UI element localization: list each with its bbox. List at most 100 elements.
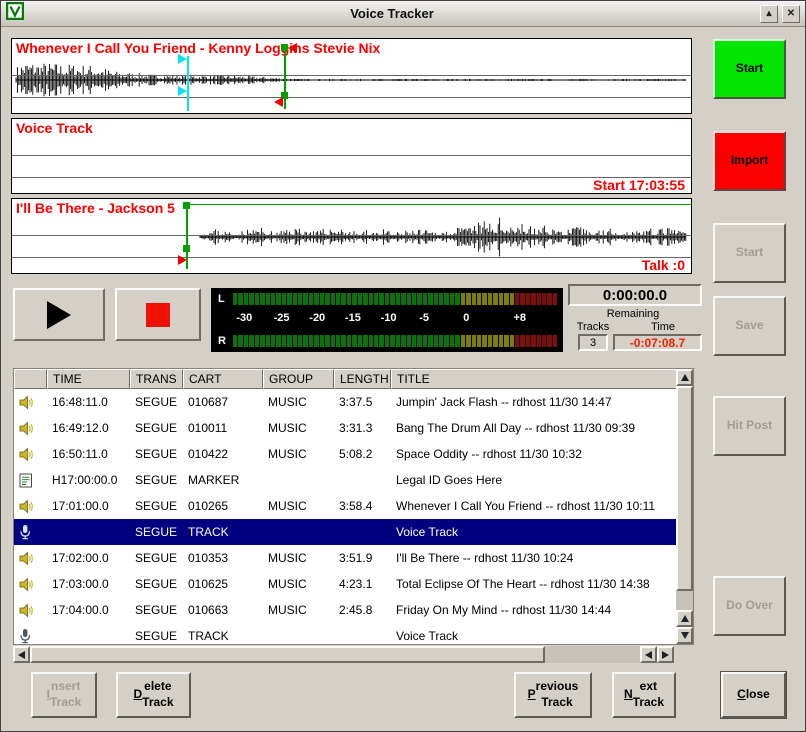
table-row[interactable]: 16:50:11.0SEGUE010422MUSIC5:08.2Space Od… (14, 441, 693, 467)
scroll-left-button-2[interactable] (640, 646, 657, 663)
meter-segment (493, 335, 497, 347)
column-header[interactable]: LENGTH (334, 369, 391, 389)
scroll-up-button[interactable] (676, 369, 693, 386)
mic-icon (14, 623, 47, 645)
meter-segment (444, 335, 448, 347)
meter-segment (314, 335, 318, 347)
table-row[interactable]: 17:04:00.0SEGUE010663MUSIC2:45.8Friday O… (14, 597, 693, 623)
start-marker-handle-bottom[interactable] (183, 245, 190, 252)
talk-marker-line[interactable] (187, 56, 189, 111)
column-header[interactable]: GROUP (263, 369, 334, 389)
table-row[interactable]: 16:48:11.0SEGUE010687MUSIC3:37.5Jumpin' … (14, 389, 693, 415)
fade-marker-handle-top[interactable] (288, 43, 297, 53)
cell-trans: SEGUE (130, 389, 183, 415)
voice-track-title: Voice Track (16, 120, 93, 136)
meter-segment (499, 335, 503, 347)
cell-length: 4:23.1 (334, 571, 391, 597)
meter-segment (320, 335, 324, 347)
speaker-icon (14, 597, 47, 623)
delete-track-button[interactable]: Delete Track (116, 672, 191, 718)
meter-segment (260, 335, 264, 347)
previous-track-button[interactable]: Previous Track (514, 672, 592, 718)
cell-title: Legal ID Goes Here (391, 467, 678, 493)
meter-segment (271, 335, 275, 347)
scroll-down-button[interactable] (676, 627, 693, 644)
scroll-left-button[interactable] (13, 646, 30, 663)
remaining-tracks-label: Tracks (567, 321, 619, 333)
column-header[interactable]: TIME (47, 369, 130, 389)
insert-track-button[interactable]: Insert Track (31, 672, 97, 718)
scroll-up-button-2[interactable] (676, 610, 693, 627)
talk-marker-handle-bottom[interactable] (178, 86, 187, 96)
vertical-scroll-thumb[interactable] (676, 386, 693, 591)
meter-right-label: R (218, 335, 226, 347)
talk-marker-handle-top[interactable] (178, 54, 187, 64)
cell-trans: SEGUE (130, 623, 183, 645)
scroll-right-button[interactable] (657, 646, 674, 663)
close-button[interactable]: Close (721, 672, 786, 718)
remaining-label: Remaining (583, 308, 683, 320)
voice-track-panel: Voice Track Start 17:03:55 (11, 118, 692, 194)
cell-trans: SEGUE (130, 545, 183, 571)
horizontal-scrollbar[interactable] (13, 646, 674, 663)
up-arrow-icon (681, 374, 689, 381)
horizontal-scroll-thumb[interactable] (30, 646, 545, 663)
fade-in-marker-handle[interactable] (178, 255, 187, 265)
speaker-icon (14, 493, 47, 519)
save-button[interactable]: Save (713, 296, 786, 356)
cell-title: I'll Be There -- rdhost 11/30 10:24 (391, 545, 678, 571)
table-row[interactable]: SEGUETRACKVoice Track (14, 519, 693, 545)
table-row[interactable]: H17:00:00.0SEGUEMARKERLegal ID Goes Here (14, 467, 693, 493)
shade-icon[interactable]: ▴ (760, 5, 778, 23)
meter-segment (455, 335, 459, 347)
close-window-icon[interactable]: ✕ (782, 5, 800, 23)
meter-segment (358, 335, 362, 347)
start-button-1[interactable]: Start (713, 39, 786, 99)
time-display: 0:00:00.0 (568, 284, 702, 306)
play-icon (47, 301, 71, 329)
speaker-icon (14, 415, 47, 441)
table-row[interactable]: SEGUETRACKVoice Track (14, 623, 693, 645)
end-marker-handle-top[interactable] (281, 44, 288, 51)
column-header[interactable] (14, 369, 47, 389)
fade-marker-handle-bottom[interactable] (274, 97, 283, 107)
table-body: 16:48:11.0SEGUE010687MUSIC3:37.5Jumpin' … (14, 389, 693, 645)
do-over-button[interactable]: Do Over (713, 576, 786, 636)
stop-icon (146, 303, 170, 327)
voice-tracker-window: Voice Tracker ▴ ✕ Whenever I Call You Fr… (0, 0, 806, 732)
column-header[interactable]: TITLE (391, 369, 678, 389)
cell-title: Friday On My Mind -- rdhost 11/30 14:44 (391, 597, 678, 623)
cell-title: Jumpin' Jack Flash -- rdhost 11/30 14:47 (391, 389, 678, 415)
meter-segment (303, 335, 307, 347)
meter-segment (255, 335, 259, 347)
meter-segment (244, 335, 248, 347)
meter-scale-label: -25 (274, 312, 290, 324)
vertical-scrollbar[interactable] (676, 369, 693, 644)
hit-post-button[interactable]: Hit Post (713, 396, 786, 456)
table-row[interactable]: 17:01:00.0SEGUE010265MUSIC3:58.4Whenever… (14, 493, 693, 519)
table-row[interactable]: 17:03:00.0SEGUE010625MUSIC4:23.1Total Ec… (14, 571, 693, 597)
meter-segment (472, 335, 476, 347)
meter-segment (466, 335, 470, 347)
next-track-button[interactable]: Next Track (612, 672, 676, 718)
meter-segment (450, 335, 454, 347)
play-button[interactable] (13, 288, 105, 341)
cell-title: Whenever I Call You Friend -- rdhost 11/… (391, 493, 678, 519)
meter-scale-label: -30 (236, 312, 252, 324)
table-row[interactable]: 17:02:00.0SEGUE010353MUSIC3:51.9I'll Be … (14, 545, 693, 571)
meter-segment (276, 335, 280, 347)
cell-trans: SEGUE (130, 441, 183, 467)
start-button-2[interactable]: Start (713, 223, 786, 283)
column-header[interactable]: CART (183, 369, 263, 389)
meter-segment (331, 335, 335, 347)
column-header[interactable]: TRANS (130, 369, 183, 389)
meter-segment (238, 335, 242, 347)
meter-scale-label: -5 (419, 312, 429, 324)
end-marker-line[interactable] (284, 45, 286, 109)
start-marker-handle-top[interactable] (183, 202, 190, 209)
cell-trans: SEGUE (130, 571, 183, 597)
stop-button[interactable] (115, 288, 201, 341)
table-row[interactable]: 16:49:12.0SEGUE010011MUSIC3:31.3Bang The… (14, 415, 693, 441)
titlebar[interactable]: Voice Tracker ▴ ✕ (1, 1, 805, 27)
import-button[interactable]: Import (713, 131, 786, 191)
